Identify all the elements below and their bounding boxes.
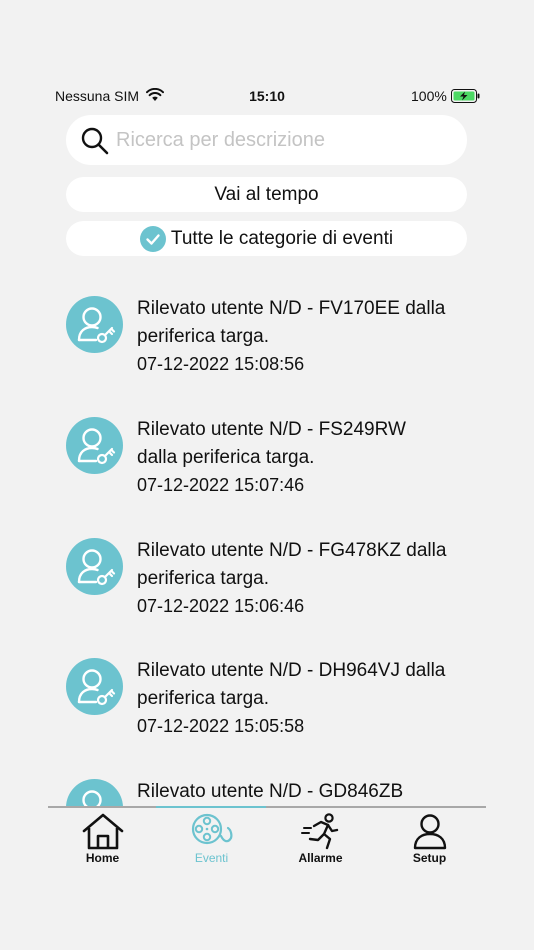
event-timestamp: 07-12-2022 15:07:46	[137, 475, 305, 495]
tab-bar: Home Eventi Allarme Setup	[48, 806, 486, 870]
search-bar[interactable]	[66, 115, 467, 165]
event-categories-filter[interactable]: Tutte le categorie di eventi	[66, 221, 467, 256]
tab-bar-divider	[48, 806, 486, 808]
tab-setup[interactable]: Setup	[375, 812, 484, 870]
goto-time-button[interactable]: Vai al tempo	[66, 177, 467, 212]
user-key-icon	[66, 658, 123, 715]
status-bar: Nessuna SIM 15:10 100%	[0, 86, 534, 108]
battery-percentage: 100%	[411, 88, 447, 104]
event-categories-label: Tutte le categorie di eventi	[170, 227, 394, 249]
event-list[interactable]: Rilevato utente N/D - FV170EE dalla peri…	[0, 280, 534, 807]
user-key-icon	[66, 296, 123, 353]
event-description: Rilevato utente N/D - FG478KZ dalla peri…	[137, 537, 477, 593]
event-item[interactable]: Rilevato utente N/D - FG478KZ dalla peri…	[0, 537, 534, 657]
event-description-line: periferica targa.	[137, 568, 270, 589]
user-key-icon	[66, 417, 123, 474]
event-item[interactable]: Rilevato utente N/D - FV170EE dalla peri…	[0, 295, 534, 415]
event-description-line: Rilevato utente N/D - FG478KZ dalla	[137, 540, 447, 561]
event-description-line: Rilevato utente N/D - DH964VJ dalla	[137, 660, 446, 681]
event-timestamp: 07-12-2022 15:06:46	[137, 596, 305, 616]
event-item[interactable]: Rilevato utente N/D - FS249RW dalla peri…	[0, 416, 534, 536]
event-description-line: periferica targa.	[137, 326, 270, 347]
event-description-line: Rilevato utente N/D - FV170EE dalla	[137, 298, 446, 319]
tab-setup-label: Setup	[412, 851, 447, 865]
active-tab-indicator	[156, 806, 266, 808]
event-timestamp: 07-12-2022 15:05:58	[137, 716, 305, 736]
running-person-icon	[300, 813, 338, 850]
event-description: Rilevato utente N/D - GD846ZB	[137, 778, 477, 806]
home-icon	[82, 813, 123, 850]
tab-eventi-label: Eventi	[194, 851, 229, 865]
battery-charging-icon	[451, 89, 481, 108]
tab-allarme[interactable]: Allarme	[266, 812, 375, 870]
user-icon	[413, 814, 446, 850]
search-input[interactable]	[116, 123, 456, 157]
user-key-icon	[66, 779, 123, 807]
event-description-line: periferica targa.	[137, 688, 270, 709]
event-timestamp: 07-12-2022 15:08:56	[137, 354, 305, 374]
event-description: Rilevato utente N/D - DH964VJ dalla peri…	[137, 657, 477, 713]
event-description: Rilevato utente N/D - FS249RW dalla peri…	[137, 416, 477, 472]
event-item[interactable]: Rilevato utente N/D - DH964VJ dalla peri…	[0, 657, 534, 777]
search-icon	[80, 126, 110, 161]
film-reel-icon	[191, 813, 232, 845]
event-description-line: Rilevato utente N/D - GD846ZB	[137, 781, 404, 802]
goto-time-label: Vai al tempo	[214, 183, 319, 205]
user-key-icon	[66, 538, 123, 595]
tab-home[interactable]: Home	[48, 812, 157, 870]
event-description-line: Rilevato utente N/D - FS249RW	[137, 419, 406, 440]
event-item[interactable]: Rilevato utente N/D - GD846ZB	[0, 778, 534, 807]
event-description-line: dalla periferica targa.	[137, 447, 315, 468]
tab-allarme-label: Allarme	[298, 851, 343, 865]
checkmark-icon	[139, 225, 166, 252]
tab-home-label: Home	[85, 851, 120, 865]
event-description: Rilevato utente N/D - FV170EE dalla peri…	[137, 295, 477, 351]
tab-eventi[interactable]: Eventi	[157, 812, 266, 870]
